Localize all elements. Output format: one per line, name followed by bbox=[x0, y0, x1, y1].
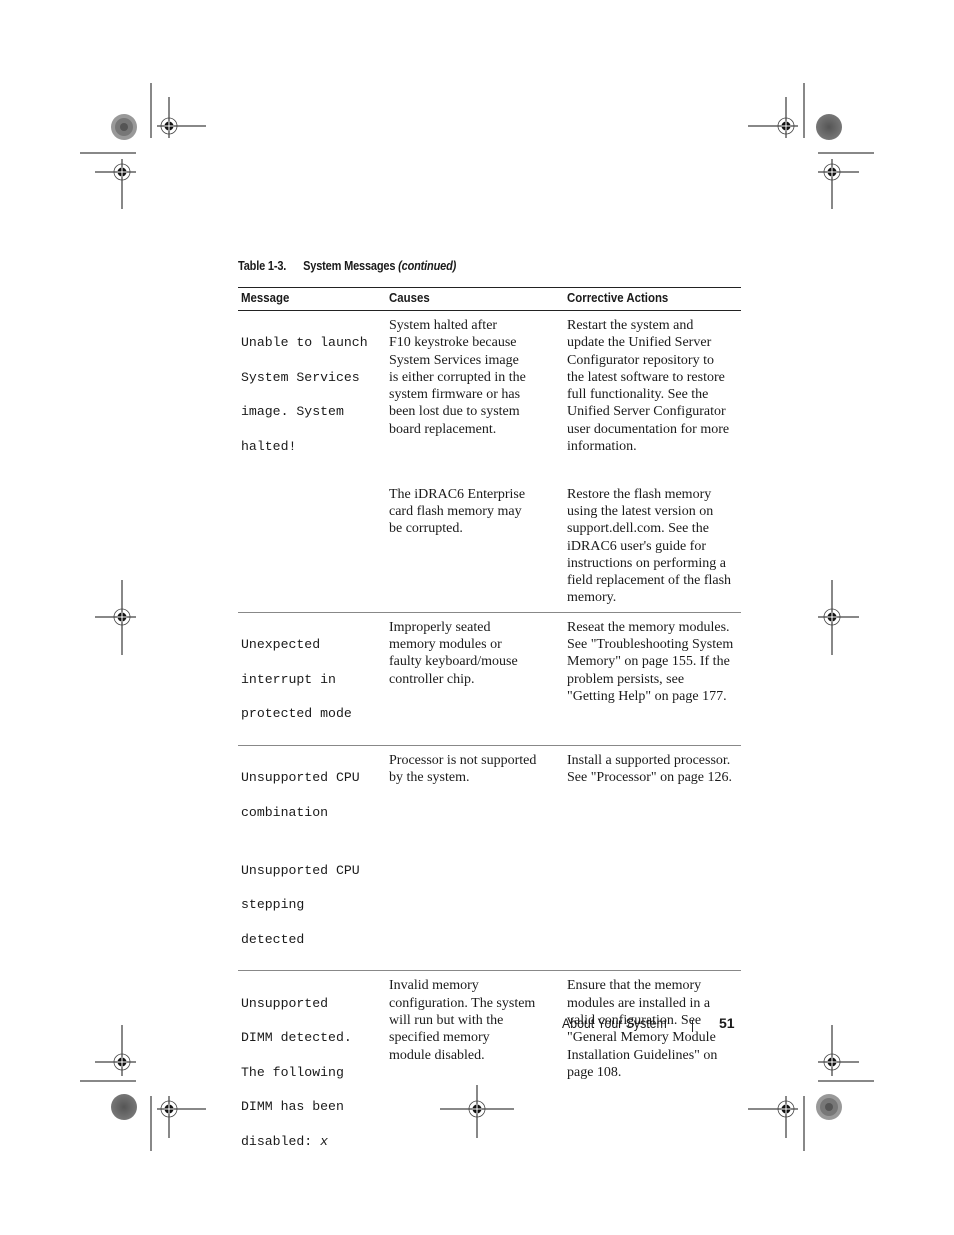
print-marks bbox=[80, 83, 874, 1151]
gray-noise-circle-icon bbox=[816, 114, 842, 140]
starburst-circle-icon bbox=[816, 1094, 842, 1120]
crop-mark-top-right bbox=[748, 83, 874, 209]
crop-mark-bottom-left bbox=[80, 1025, 206, 1151]
crop-mark-bottom-right bbox=[748, 1025, 874, 1151]
gray-noise-circle-icon bbox=[111, 1094, 137, 1120]
starburst-circle-icon bbox=[111, 114, 137, 140]
crop-mark-top-left bbox=[80, 83, 206, 209]
